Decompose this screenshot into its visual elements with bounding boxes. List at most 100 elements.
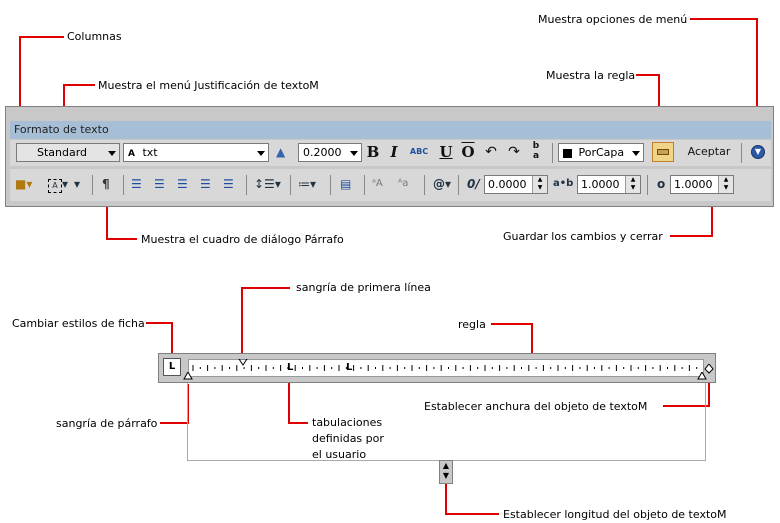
toolbar-separator [123,175,124,195]
callout-line-first-indent-v [241,287,243,357]
align-right-icon[interactable]: ☰ [177,176,188,192]
paragraph-dialog-button[interactable]: ¶ [102,176,110,192]
align-distribute-icon[interactable]: ☰ [223,176,234,192]
chevron-down-icon [350,151,358,156]
align-justify-icon[interactable]: ☰ [200,176,211,192]
callout-tab-styles: Cambiar estilos de ficha [12,317,145,330]
chevron-down-icon: ▼ [442,471,450,480]
strikethrough-button[interactable]: ABC [408,143,430,161]
callout-first-line-indent: sangría de primera línea [296,281,431,294]
callout-line-justification-h [63,84,95,86]
oblique-angle-input[interactable]: 0.0000 ▲ ▼ [484,175,548,194]
columns-button[interactable]: A ▾ [48,176,68,193]
first-line-indent-marker[interactable] [238,359,248,366]
callout-line-tab-styles-h [146,322,173,324]
toolbar-separator [330,175,331,195]
callout-save-close: Guardar los cambios y cerrar [503,230,663,243]
lowercase-icon[interactable]: ᴬa [398,176,408,192]
width-handle[interactable] [704,364,714,374]
oblique-angle-icon: 0/ [467,177,480,191]
callout-line-length-v [445,484,447,515]
toolbar-title: Formato de texto [10,121,771,139]
paragraph-indent-marker[interactable] [183,372,193,380]
underline-button[interactable]: U [438,143,454,161]
callout-menu-options: Muestra opciones de menú [538,13,688,26]
width-factor-input[interactable]: 1.0000 ▲ ▼ [670,175,734,194]
callout-show-ruler: Muestra la regla [546,69,636,82]
options-menu-button[interactable]: ▼ [751,145,765,159]
toolbar-row-1: Standard A txt ▲ 0.2000 B I ABC U O ↶ ↷ … [10,140,771,166]
length-handle[interactable]: ▲ ▼ [439,460,453,484]
toolbar-separator [741,143,742,163]
font-select[interactable]: A txt [123,143,269,162]
symbol-button[interactable]: @▾ [433,176,451,192]
ruler-ticks [192,365,698,371]
chevron-down-icon: ▼ [754,147,762,156]
user-tab-stop[interactable]: L [287,362,293,373]
text-formatting-toolbar: Formato de texto Standard A txt ▲ 0.2000… [5,106,774,207]
insert-field-icon[interactable]: ■▾ [15,176,32,192]
spinner-icon[interactable]: ▲ ▼ [718,176,733,193]
tracking-input[interactable]: 1.0000 ▲ ▼ [577,175,641,194]
callout-set-length: Establecer longitud del objeto de textoM [503,508,727,521]
ruler-toggle-button[interactable] [652,142,674,162]
redo-button[interactable]: ↷ [506,143,522,161]
callout-line-ruler-btn-h [636,74,660,76]
color-swatch-icon [563,148,572,158]
callout-justification: Muestra el menú Justificación de textoM [98,79,319,92]
tab-style-button[interactable]: L [163,358,181,376]
ruler-icon [657,149,669,155]
toolbar-separator [552,143,553,163]
annotative-icon[interactable]: ▲ [276,144,285,160]
font-select-value: txt [142,146,158,159]
style-select[interactable]: Standard [16,143,120,162]
spinner-icon[interactable]: ▲ ▼ [625,176,640,193]
callout-line-first-indent-h [241,287,290,289]
symbol-glyph: @ [433,177,445,191]
callout-paragraph-dialog: Muestra el cuadro de diálogo Párrafo [141,233,344,246]
ruler[interactable]: L L [188,359,704,377]
callout-line-ruler-h [491,323,533,325]
toolbar-separator [246,175,247,195]
callout-line-length-h [445,513,499,515]
color-select[interactable]: PorCapa [558,143,644,162]
text-height-select[interactable]: 0.2000 [298,143,362,162]
line-spacing-icon[interactable]: ↕☰▾ [254,176,281,192]
callout-line-menu-h [690,18,758,20]
columns-icon: A [48,179,62,193]
italic-button[interactable]: I [387,143,401,161]
chevron-down-icon [108,151,116,156]
stack-top: b [532,141,540,151]
insert-field-button[interactable]: ▤ [340,176,351,192]
stack-button[interactable]: b a [528,141,544,161]
tracking-value: 1.0000 [581,178,620,191]
toolbar-separator [647,175,648,195]
toolbar-separator [364,175,365,195]
oblique-angle-value: 0.0000 [488,178,527,191]
text-edit-area[interactable] [187,383,706,461]
callout-columns: Columnas [67,30,122,43]
chevron-down-icon [257,151,265,156]
numbering-icon[interactable]: ≔▾ [298,176,316,192]
align-center-icon[interactable]: ☰ [154,176,165,192]
color-select-value: PorCapa [578,146,625,159]
undo-button[interactable]: ↶ [483,143,499,161]
uppercase-icon[interactable]: ᵃA [372,176,383,192]
toolbar-row-2: ■▾ A ▾ ▾ ¶ ☰ ☰ ☰ ☰ ☰ ↕☰▾ ≔▾ ▤ ᵃA ᴬa @▾ 0/… [10,169,771,201]
stack-bottom: a [532,151,540,161]
overline-button[interactable]: O [460,143,476,161]
accept-button[interactable]: Aceptar [681,143,737,161]
callout-ruler: regla [458,318,486,331]
width-factor-icon: o [657,177,666,191]
bold-button[interactable]: B [365,143,381,161]
chevron-down-icon [632,151,640,156]
callout-paragraph-indent: sangría de párrafo [56,417,158,430]
spinner-icon[interactable]: ▲ ▼ [532,176,547,193]
user-tab-stop[interactable]: L [346,362,352,373]
justification-button[interactable]: ▾ [74,176,80,192]
callout-line-paragraph-h [106,238,137,240]
align-left-icon[interactable]: ☰ [131,176,142,192]
font-type-icon: A [128,149,135,159]
callout-line-columns-h [19,36,64,38]
toolbar-separator [290,175,291,195]
